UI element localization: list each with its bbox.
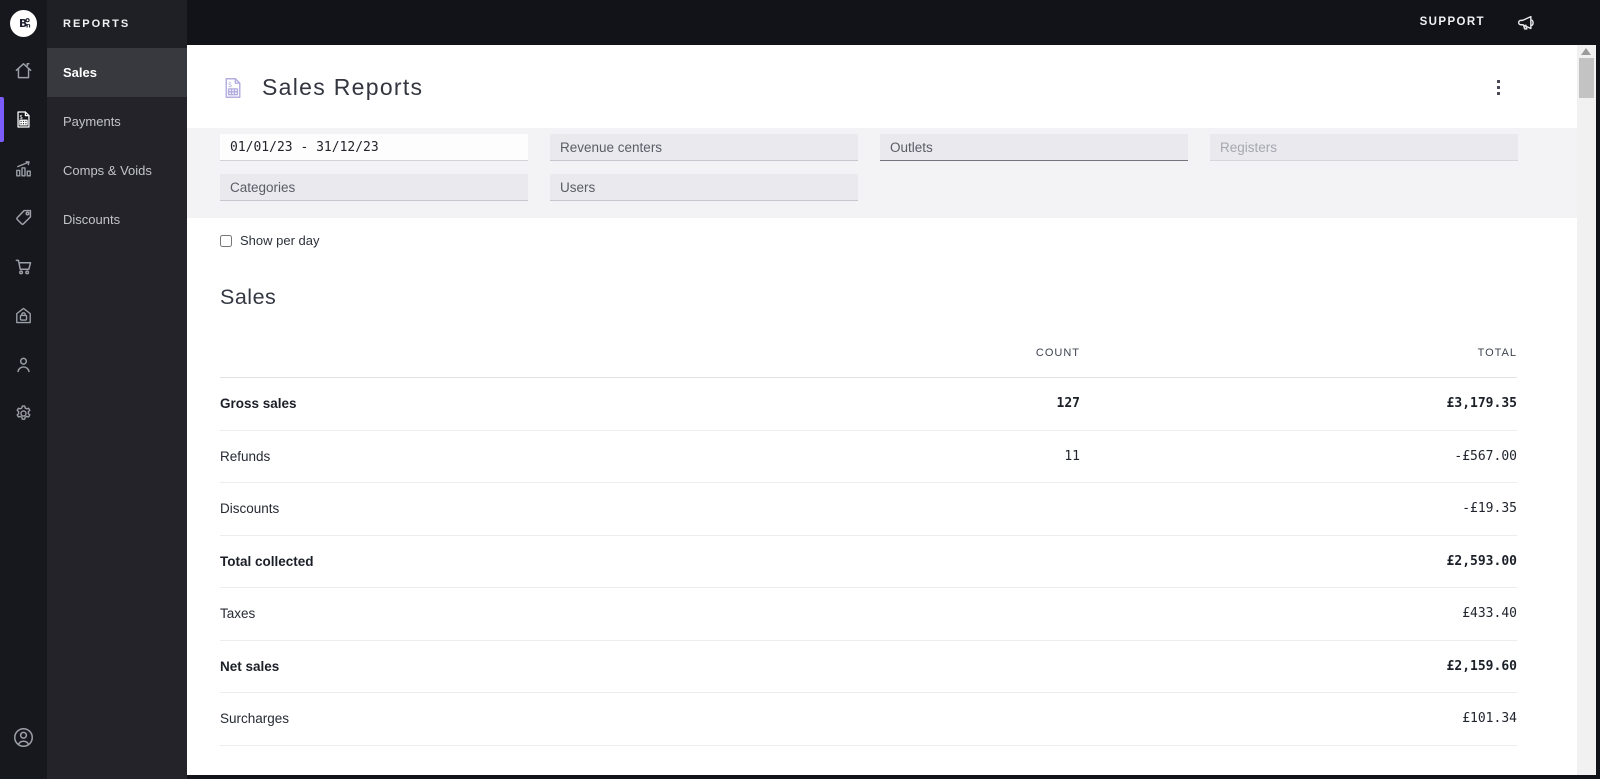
table-header-row: COUNT TOTAL bbox=[220, 328, 1517, 378]
show-per-day-toggle[interactable]: Show per day bbox=[220, 233, 1577, 248]
top-bar: SUPPORT bbox=[0, 0, 1600, 45]
rail-item-home[interactable] bbox=[0, 46, 47, 95]
table-row: Gross sales 127 £3,179.35 bbox=[220, 378, 1517, 431]
table-row: Net sales £2,159.60 bbox=[220, 641, 1517, 693]
table-cell-label: Discounts bbox=[220, 501, 280, 517]
venue-lock-icon bbox=[13, 305, 34, 326]
table-cell-label: Taxes bbox=[220, 606, 256, 622]
sidebar-item-payments[interactable]: Payments bbox=[47, 97, 187, 146]
sidebar-items: Sales Payments Comps & Voids Discounts bbox=[47, 48, 187, 244]
users-input[interactable] bbox=[550, 174, 858, 201]
table-header-total: TOTAL bbox=[1477, 346, 1517, 359]
table-cell-total: £101.34 bbox=[1462, 711, 1517, 727]
table-cell-count: 11 bbox=[1064, 448, 1080, 464]
categories-input[interactable] bbox=[220, 174, 528, 201]
page-header: $ Sales Reports bbox=[187, 45, 1577, 128]
table-body: Gross sales 127 £3,179.35 Refunds 11 -£567.00… bbox=[220, 378, 1517, 746]
filter-row-2 bbox=[220, 174, 1577, 201]
table-cell-label: Gross sales bbox=[220, 396, 297, 412]
table-row: Discounts -£19.35 bbox=[220, 483, 1517, 536]
megaphone-icon[interactable] bbox=[1516, 12, 1538, 34]
window-edge-bottom bbox=[187, 775, 1600, 779]
table-cell-total: £3,179.35 bbox=[1446, 396, 1517, 412]
sales-table: COUNT TOTAL Gross sales 127 £3,179.35 Refun… bbox=[220, 328, 1517, 746]
table-header-count: COUNT bbox=[1035, 346, 1080, 359]
rail-item-discounts[interactable] bbox=[0, 193, 47, 242]
analytics-chart-icon bbox=[13, 158, 34, 179]
table-cell-total: £433.40 bbox=[1462, 606, 1517, 622]
rail-item-reports[interactable]: $ bbox=[0, 95, 47, 144]
sidebar-item-discounts[interactable]: Discounts bbox=[47, 195, 187, 244]
svg-text:$: $ bbox=[228, 80, 232, 89]
table-row: Refunds 11 -£567.00 bbox=[220, 431, 1517, 483]
sidebar-item-comps-voids[interactable]: Comps & Voids bbox=[47, 146, 187, 195]
rail-item-customers[interactable] bbox=[0, 340, 47, 389]
registers-input[interactable] bbox=[1210, 134, 1518, 161]
settings-gear-icon bbox=[13, 403, 34, 424]
table-cell-total: £2,159.60 bbox=[1446, 658, 1517, 674]
rail-item-orders[interactable] bbox=[0, 242, 47, 291]
table-cell-label: Net sales bbox=[220, 658, 280, 674]
main-content: $ Sales Reports Show per day bbox=[187, 45, 1577, 775]
customers-icon bbox=[13, 354, 34, 375]
reports-receipt-icon: $ bbox=[13, 109, 34, 130]
tag-icon bbox=[13, 207, 34, 228]
sidebar-title: REPORTS bbox=[63, 18, 131, 30]
rail-item-settings[interactable] bbox=[0, 389, 47, 438]
table-cell-count: 127 bbox=[1056, 396, 1080, 412]
icon-rail: B n $ bbox=[0, 0, 47, 779]
table-row: Total collected £2,593.00 bbox=[220, 536, 1517, 588]
revenue-centers-input[interactable] bbox=[550, 134, 858, 161]
table-cell-total: £2,593.00 bbox=[1446, 553, 1517, 569]
filter-band bbox=[187, 128, 1577, 218]
support-link[interactable]: SUPPORT bbox=[1420, 16, 1485, 28]
show-per-day-checkbox[interactable] bbox=[220, 234, 232, 247]
outlets-input[interactable] bbox=[880, 134, 1188, 161]
table-cell-label: Surcharges bbox=[220, 711, 290, 727]
scrollbar-up-arrow-icon[interactable] bbox=[1581, 48, 1591, 55]
table-cell-label: Total collected bbox=[220, 553, 314, 569]
rail-item-venue[interactable] bbox=[0, 291, 47, 340]
kebab-menu-icon[interactable] bbox=[1489, 75, 1507, 99]
account-icon bbox=[11, 725, 36, 750]
table-cell-label: Refunds bbox=[220, 448, 271, 464]
vertical-scrollbar[interactable] bbox=[1577, 45, 1596, 775]
table-cell-total: -£567.00 bbox=[1454, 448, 1517, 464]
app-window: SUPPORT B n $ REPORTS Sales Payments Com… bbox=[0, 0, 1600, 779]
reports-sidebar: REPORTS Sales Payments Comps & Voids Discou… bbox=[47, 0, 187, 779]
show-per-day-label: Show per day bbox=[240, 233, 320, 248]
brand-logo[interactable]: B n bbox=[0, 0, 47, 46]
sidebar-item-sales[interactable]: Sales bbox=[47, 48, 187, 97]
date-range-input[interactable] bbox=[220, 134, 528, 161]
window-edge-right bbox=[1596, 0, 1600, 779]
table-row: Taxes £433.40 bbox=[220, 588, 1517, 641]
table-cell-total: -£19.35 bbox=[1462, 501, 1517, 517]
sales-report-receipt-icon: $ bbox=[220, 75, 246, 101]
sidebar-header: REPORTS bbox=[47, 0, 187, 48]
section-title-sales: Sales bbox=[220, 285, 277, 309]
rail-item-account[interactable] bbox=[0, 717, 47, 757]
svg-text:n: n bbox=[26, 22, 31, 30]
rail-item-analytics[interactable] bbox=[0, 144, 47, 193]
home-icon bbox=[13, 60, 34, 81]
filter-row-1 bbox=[220, 134, 1577, 161]
scrollbar-thumb[interactable] bbox=[1579, 58, 1594, 98]
brand-logo-circle: B n bbox=[10, 9, 37, 37]
page-title: Sales Reports bbox=[262, 74, 424, 100]
cart-icon bbox=[13, 256, 34, 277]
table-row: Surcharges £101.34 bbox=[220, 693, 1517, 746]
